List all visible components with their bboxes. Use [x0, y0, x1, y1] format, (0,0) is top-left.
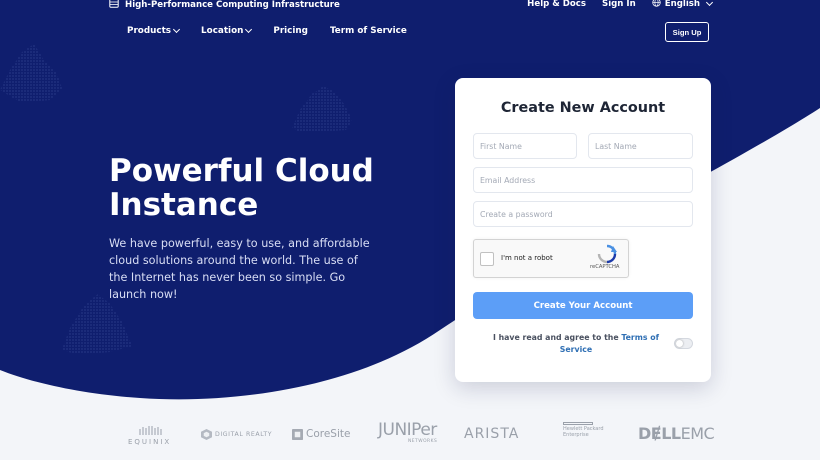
brand-text: High-Performance Computing Infrastructur… [125, 0, 340, 10]
terms-agreement: I have read and agree to the Terms of Se… [483, 332, 669, 355]
nav-item-pricing[interactable]: Pricing [273, 26, 308, 36]
recaptcha-widget: I'm not a robot reCAPTCHA [473, 239, 629, 278]
language-selector[interactable]: English [652, 0, 714, 10]
first-name-input[interactable] [473, 133, 577, 159]
terms-toggle[interactable] [674, 338, 693, 349]
chevron-down-icon [705, 0, 714, 7]
arista-text: ARISTA [464, 426, 520, 442]
nav-item-products[interactable]: Products [127, 25, 181, 36]
sign-up-button[interactable]: Sign Up [665, 22, 709, 42]
coresite-text: CoreSite [306, 428, 351, 440]
nav-item-label: Location [201, 26, 244, 36]
password-input[interactable] [473, 201, 693, 227]
digital-realty-mark-icon [201, 429, 212, 440]
emc-text: EMC [680, 424, 715, 443]
arista-logo: ARISTA [464, 426, 519, 442]
brand[interactable]: High-Performance Computing Infrastructur… [109, 0, 340, 11]
recaptcha-icon [596, 244, 618, 264]
language-label: English [664, 0, 700, 9]
juniper-text: JUNIPer [378, 420, 437, 440]
recaptcha-checkbox[interactable] [480, 252, 494, 266]
email-input[interactable] [473, 167, 693, 193]
equinix-text: EQUINIX [128, 438, 172, 446]
nav-item-label: Pricing [273, 26, 308, 36]
sign-in-link[interactable]: Sign In [602, 0, 636, 9]
hpe-line2: Enterprise [563, 432, 589, 438]
top-links: Help & Docs Sign In English [527, 0, 714, 10]
coresite-mark-icon [292, 428, 303, 440]
nav-item-terms[interactable]: Term of Service [330, 26, 407, 36]
dell-emc-logo: DɆLL EMC [638, 424, 715, 443]
recaptcha-label: I'm not a robot [501, 254, 553, 262]
hpe-mark-icon [563, 422, 593, 425]
nav-item-label: Term of Service [329, 26, 407, 36]
digital-realty-text: DIGITAL REALTY [215, 431, 273, 438]
equinix-mark-icon [139, 426, 162, 435]
juniper-subtext: NETWORKS [408, 439, 438, 444]
nav-item-location[interactable]: Location [201, 25, 253, 36]
toggle-knob [676, 340, 683, 347]
hero-title: Powerful Cloud Instance [109, 153, 374, 223]
nav-item-label: Products [127, 26, 172, 36]
signup-card: Create New Account I'm not a robot reCAP… [455, 78, 711, 382]
digital-realty-logo: DIGITAL REALTY [201, 429, 272, 440]
chevron-down-icon [245, 25, 253, 34]
main-nav: Products Location Pricing Term of Servic… [127, 25, 407, 36]
create-account-button[interactable]: Create Your Account [473, 292, 693, 319]
hero-description: We have powerful, easy to use, and affor… [109, 237, 370, 301]
equinix-logo: EQUINIX [128, 426, 171, 446]
top-bar: High-Performance Computing Infrastructur… [0, 0, 820, 12]
globe-icon [652, 0, 661, 10]
recaptcha-brand: reCAPTCHA [590, 264, 620, 270]
help-docs-link[interactable]: Help & Docs [527, 0, 586, 9]
chevron-down-icon [173, 25, 181, 34]
dell-text: DɆLL [638, 424, 681, 443]
partner-logos: EQUINIX DIGITAL REALTY CoreSite JUNIPer … [0, 422, 820, 452]
coresite-logo: CoreSite [292, 428, 350, 440]
form-title: Create New Account [500, 100, 666, 116]
hpe-logo: Hewlett Packard Enterprise [563, 422, 604, 438]
last-name-input[interactable] [588, 133, 693, 159]
agree-text: I have read and agree to the [492, 333, 622, 342]
juniper-logo: JUNIPer NETWORKS [378, 420, 438, 445]
server-icon [109, 0, 119, 11]
